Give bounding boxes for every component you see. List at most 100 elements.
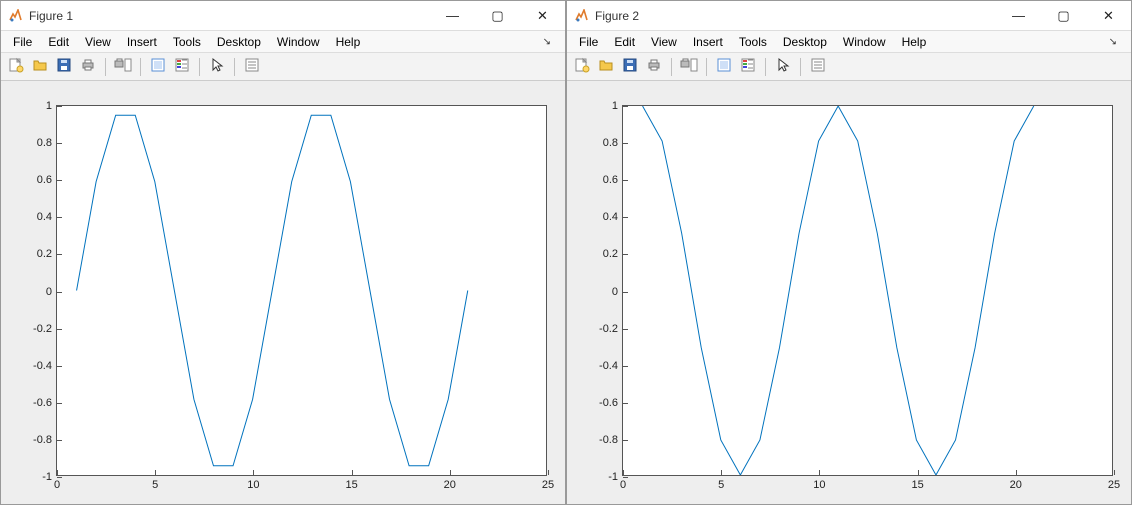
menu-view[interactable]: View (643, 33, 685, 51)
y-tick-label: -0.8 (599, 434, 623, 446)
plot-area: -1-0.8-0.6-0.4-0.200.20.40.60.8105101520… (567, 81, 1131, 504)
print-button[interactable] (77, 56, 99, 78)
save-icon (56, 57, 72, 76)
minimize-button[interactable]: — (996, 1, 1041, 30)
print-preview-button[interactable] (112, 56, 134, 78)
y-tick-label: 0.2 (37, 248, 57, 260)
x-tick-mark (548, 470, 549, 475)
color-bar-button[interactable] (737, 56, 759, 78)
hide-tools-icon (244, 57, 260, 76)
dock-arrow-icon[interactable]: ↘ (535, 34, 559, 49)
new-figure-button[interactable] (571, 56, 593, 78)
y-tick-label: -0.4 (599, 360, 623, 372)
y-tick-label: 1 (612, 100, 623, 112)
print-button[interactable] (643, 56, 665, 78)
figure-window-2: Figure 2 — ▢ ✕ FileEditViewInsertToolsDe… (566, 0, 1132, 505)
titlebar[interactable]: Figure 2 — ▢ ✕ (567, 1, 1131, 31)
menu-insert[interactable]: Insert (685, 33, 731, 51)
new-figure-icon (8, 57, 24, 76)
y-tick-label: 0 (612, 286, 623, 298)
y-tick-label: -0.8 (33, 434, 57, 446)
open-button[interactable] (29, 56, 51, 78)
menu-file[interactable]: File (5, 33, 40, 51)
menu-help[interactable]: Help (894, 33, 935, 51)
save-button[interactable] (53, 56, 75, 78)
menu-window[interactable]: Window (269, 33, 328, 51)
menubar: FileEditViewInsertToolsDesktopWindowHelp… (1, 31, 565, 53)
maximize-button[interactable]: ▢ (475, 1, 520, 30)
maximize-button[interactable]: ▢ (1041, 1, 1086, 30)
y-tick-label: 0.4 (603, 211, 623, 223)
x-tick-label: 20 (444, 475, 456, 491)
menu-tools[interactable]: Tools (731, 33, 775, 51)
pointer-button[interactable] (772, 56, 794, 78)
toolbar-separator (140, 58, 141, 76)
menu-desktop[interactable]: Desktop (209, 33, 269, 51)
x-tick-label: 15 (345, 475, 357, 491)
pointer-button[interactable] (206, 56, 228, 78)
menu-edit[interactable]: Edit (40, 33, 77, 51)
plot-axes[interactable]: -1-0.8-0.6-0.4-0.200.20.40.60.8105101520… (56, 105, 547, 476)
window-title: Figure 1 (29, 9, 430, 23)
save-button[interactable] (619, 56, 641, 78)
x-tick-label: 15 (911, 475, 923, 491)
y-tick-label: -0.6 (33, 397, 57, 409)
menu-view[interactable]: View (77, 33, 119, 51)
y-tick-label: -0.2 (33, 323, 57, 335)
toolbar-separator (105, 58, 106, 76)
toolbar-separator (199, 58, 200, 76)
plot-line (57, 106, 546, 475)
menu-window[interactable]: Window (835, 33, 894, 51)
y-tick-label: -0.4 (33, 360, 57, 372)
x-tick-label: 5 (718, 475, 724, 491)
color-bar-icon (740, 57, 756, 76)
x-tick-label: 10 (813, 475, 825, 491)
close-button[interactable]: ✕ (520, 1, 565, 30)
menu-edit[interactable]: Edit (606, 33, 643, 51)
y-tick-label: 0.4 (37, 211, 57, 223)
open-icon (32, 57, 48, 76)
x-tick-label: 5 (152, 475, 158, 491)
hide-tools-button[interactable] (241, 56, 263, 78)
menu-insert[interactable]: Insert (119, 33, 165, 51)
print-icon (80, 57, 96, 76)
data-cursor-button[interactable] (713, 56, 735, 78)
toolbar-separator (706, 58, 707, 76)
titlebar[interactable]: Figure 1 — ▢ ✕ (1, 1, 565, 31)
hide-tools-button[interactable] (807, 56, 829, 78)
print-preview-button[interactable] (678, 56, 700, 78)
y-tick-label: 0.8 (603, 137, 623, 149)
data-cursor-icon (150, 57, 166, 76)
x-tick-label: 25 (542, 475, 554, 491)
menu-help[interactable]: Help (328, 33, 369, 51)
open-button[interactable] (595, 56, 617, 78)
open-icon (598, 57, 614, 76)
matlab-logo-icon (573, 8, 589, 24)
close-button[interactable]: ✕ (1086, 1, 1131, 30)
print-preview-icon (680, 57, 698, 76)
toolbar-separator (765, 58, 766, 76)
y-tick-label: 0 (46, 286, 57, 298)
plot-area: -1-0.8-0.6-0.4-0.200.20.40.60.8105101520… (1, 81, 565, 504)
data-cursor-icon (716, 57, 732, 76)
print-preview-icon (114, 57, 132, 76)
dock-arrow-icon[interactable]: ↘ (1101, 34, 1125, 49)
hide-tools-icon (810, 57, 826, 76)
x-tick-label: 10 (247, 475, 259, 491)
y-tick-label: 0.6 (603, 174, 623, 186)
plot-line (623, 106, 1112, 475)
x-tick-label: 20 (1010, 475, 1022, 491)
toolbar (567, 53, 1131, 81)
minimize-button[interactable]: — (430, 1, 475, 30)
figure-window-1: Figure 1 — ▢ ✕ FileEditViewInsertToolsDe… (0, 0, 566, 505)
data-cursor-button[interactable] (147, 56, 169, 78)
new-figure-button[interactable] (5, 56, 27, 78)
menu-file[interactable]: File (571, 33, 606, 51)
x-tick-label: 0 (54, 475, 60, 491)
plot-axes[interactable]: -1-0.8-0.6-0.4-0.200.20.40.60.8105101520… (622, 105, 1113, 476)
print-icon (646, 57, 662, 76)
menu-tools[interactable]: Tools (165, 33, 209, 51)
color-bar-button[interactable] (171, 56, 193, 78)
menu-desktop[interactable]: Desktop (775, 33, 835, 51)
toolbar-separator (800, 58, 801, 76)
